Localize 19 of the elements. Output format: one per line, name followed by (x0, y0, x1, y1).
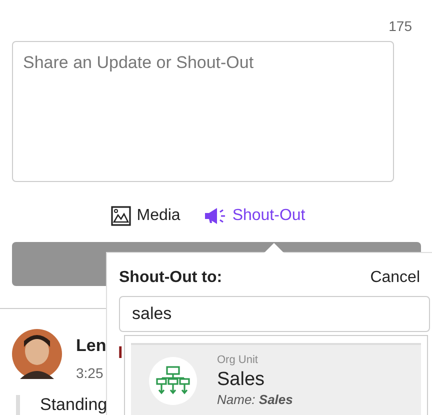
popover-title: Shout-Out to: (119, 268, 222, 288)
recipient-search-field[interactable]: sales (119, 296, 430, 332)
result-item[interactable]: Org Unit Sales Name: Sales (131, 343, 421, 415)
post-label: I (118, 342, 123, 364)
character-counter: 175 (388, 17, 412, 36)
author-name: Len (76, 335, 106, 357)
megaphone-icon (204, 207, 226, 225)
cancel-button[interactable]: Cancel (370, 266, 420, 290)
post-time: 3:25 (76, 364, 104, 382)
media-button[interactable]: Media (110, 204, 180, 228)
update-field[interactable]: Share an Update or Shout-Out (12, 41, 394, 182)
shout-out-button[interactable]: Shout-Out (204, 204, 306, 228)
result-type: Org Unit (217, 354, 259, 368)
org-chart-icon (156, 366, 190, 396)
post-text: Standing (40, 395, 108, 415)
avatar (12, 329, 62, 379)
result-detail: Name: Sales (217, 392, 293, 408)
image-icon (110, 206, 131, 226)
result-name: Sales (217, 368, 266, 392)
